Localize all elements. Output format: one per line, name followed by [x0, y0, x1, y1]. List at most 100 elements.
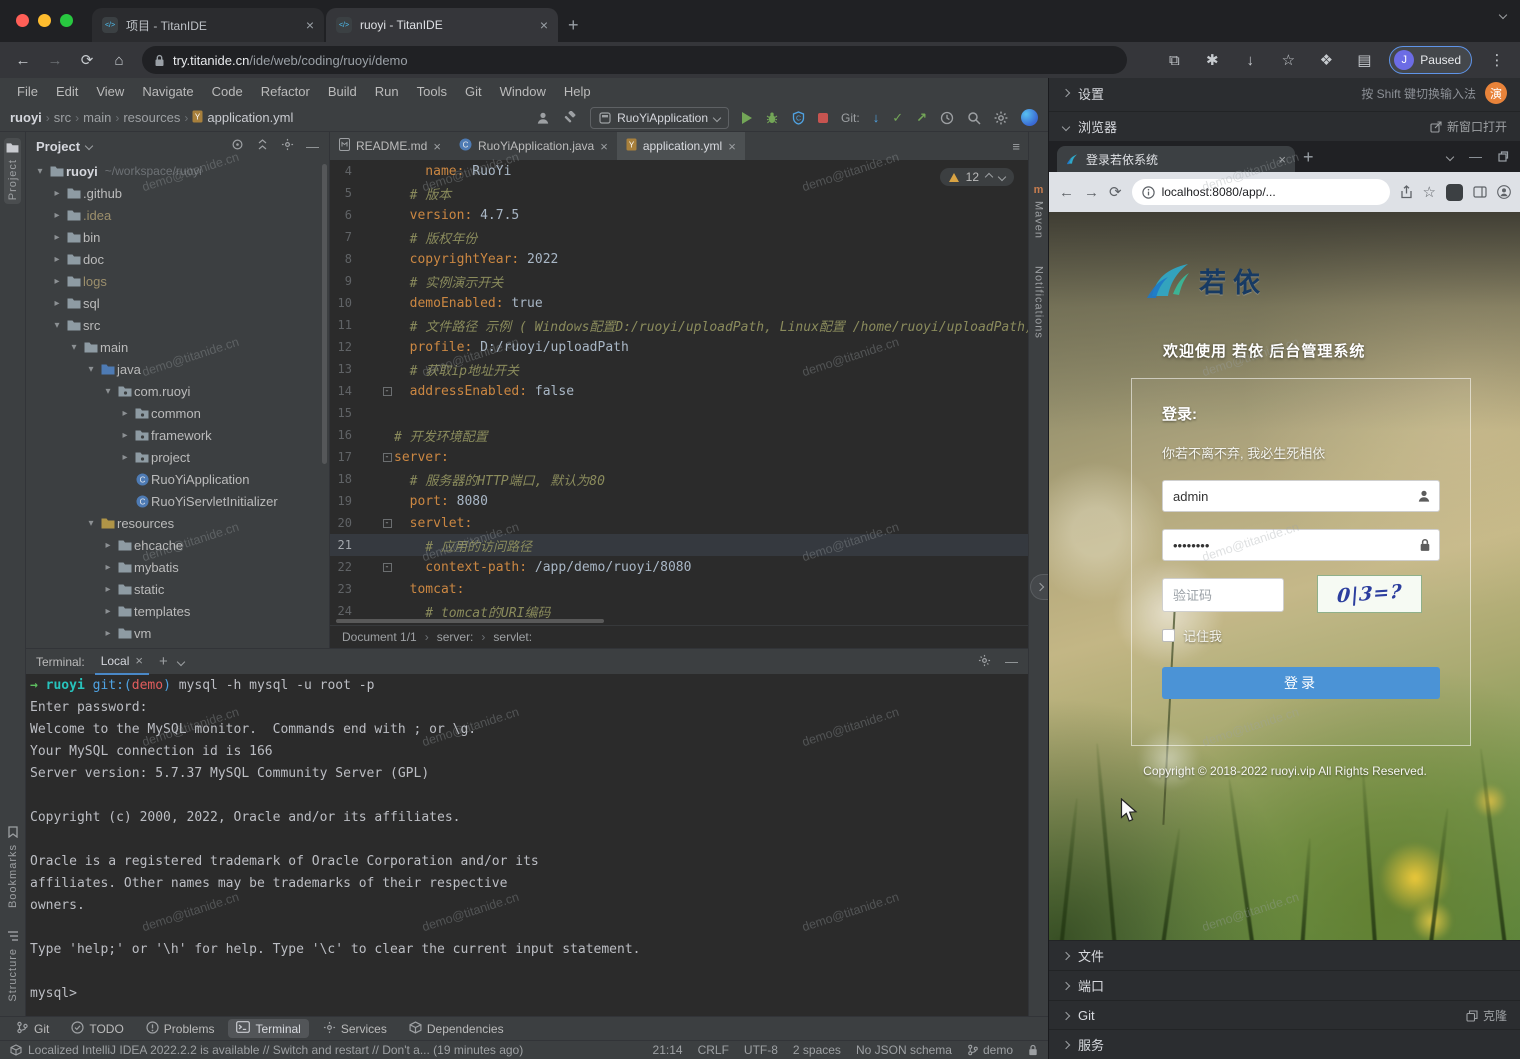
section-browser[interactable]: 浏览器 新窗口打开: [1049, 111, 1520, 141]
minimize-window-icon[interactable]: [38, 14, 51, 27]
share-icon[interactable]: [1400, 185, 1413, 199]
code-line-6[interactable]: 6 version: 4.7.5: [330, 204, 1028, 226]
profile-icon[interactable]: [1497, 185, 1511, 199]
login-button[interactable]: 登录: [1162, 667, 1440, 699]
tree-expanded-icon[interactable]: ▾: [83, 518, 99, 529]
stop-button[interactable]: [818, 113, 828, 123]
status-utf-8[interactable]: UTF-8: [744, 1043, 778, 1057]
tool-button-todo[interactable]: TODO: [63, 1019, 131, 1039]
hide-panel-icon[interactable]: —: [306, 139, 319, 154]
browser-tab-project[interactable]: </> 项目 - TitanIDE ×: [92, 8, 324, 42]
section-services[interactable]: 服务: [1049, 1029, 1520, 1059]
collapse-all-icon[interactable]: [256, 138, 269, 154]
editor-breadcrumb-servlet[interactable]: servlet:: [493, 630, 532, 644]
tool-button-git[interactable]: Git: [8, 1019, 57, 1039]
status-no-json-schema[interactable]: No JSON schema: [856, 1043, 952, 1057]
code-line-5[interactable]: 5 # 版本: [330, 182, 1028, 204]
git-branch-widget[interactable]: demo: [967, 1043, 1013, 1057]
tree-item-ruoyi[interactable]: ▾ruoyi~/workspace/ruoyi: [26, 160, 330, 182]
code-line-16[interactable]: 16# 开发环境配置: [330, 424, 1028, 446]
tree-item-idea[interactable]: ▸.idea: [26, 204, 330, 226]
forward-icon[interactable]: →: [42, 52, 68, 69]
account-avatar[interactable]: [1021, 109, 1038, 126]
tree-item-logs[interactable]: ▸logs: [26, 270, 330, 292]
code-editor[interactable]: 4 name: RuoYi5 # 版本6 version: 4.7.57 # 版…: [330, 160, 1028, 625]
tree-collapsed-icon[interactable]: ▸: [49, 232, 65, 243]
menu-view[interactable]: View: [87, 84, 133, 99]
code-line-10[interactable]: 10 demoEnabled: true: [330, 292, 1028, 314]
tree-collapsed-icon[interactable]: ▸: [49, 210, 65, 221]
tree-item-framework[interactable]: ▸framework: [26, 424, 330, 446]
embedded-minimize-icon[interactable]: —: [1469, 149, 1482, 164]
tree-expanded-icon[interactable]: ▾: [32, 166, 48, 177]
stripe-project-button[interactable]: Project: [4, 138, 21, 204]
stripe-maven-button[interactable]: m Maven: [1033, 184, 1045, 239]
editor-tab-readme-md[interactable]: README.md×: [330, 132, 450, 160]
new-terminal-icon[interactable]: +: [159, 653, 168, 670]
browser-tab-ruoyi[interactable]: </> ruoyi - TitanIDE ×: [326, 8, 558, 42]
window-controls[interactable]: [16, 14, 73, 27]
code-line-18[interactable]: 18 # 服务器的HTTP端口, 默认为80: [330, 468, 1028, 490]
editor-tab-ruoyiapplication-java[interactable]: CRuoYiApplication.java×: [450, 132, 617, 160]
extensions-puzzle-icon[interactable]: ❖: [1313, 51, 1339, 69]
maximize-window-icon[interactable]: [60, 14, 73, 27]
code-line-22[interactable]: 22- context-path: /app/demo/ruoyi/8080: [330, 556, 1028, 578]
tab-close-icon[interactable]: ×: [600, 139, 608, 154]
username-input[interactable]: [1162, 480, 1440, 512]
status-message[interactable]: Localized IntelliJ IDEA 2022.2.2 is avai…: [28, 1043, 523, 1057]
side-panel-icon[interactable]: ▤: [1351, 51, 1377, 69]
menu-tools[interactable]: Tools: [408, 84, 456, 99]
minimize-panel-icon[interactable]: —: [1005, 654, 1018, 669]
toolbar-breadcrumb-src[interactable]: src: [54, 110, 71, 125]
fold-marker[interactable]: -: [380, 453, 394, 462]
tree-expanded-icon[interactable]: ▾: [100, 386, 116, 397]
code-line-21[interactable]: 21 # 应用的访问路径: [330, 534, 1028, 556]
panel-settings-gear-icon[interactable]: [281, 138, 294, 154]
captcha-input[interactable]: [1162, 578, 1284, 612]
tree-item-github[interactable]: ▸.github: [26, 182, 330, 204]
editor-tab-application-yml[interactable]: Yapplication.yml×: [617, 132, 745, 160]
tab-close-icon[interactable]: ×: [728, 139, 736, 154]
remember-checkbox[interactable]: [1162, 629, 1175, 642]
tree-item-ruoyiservletinitializer[interactable]: CRuoYiServletInitializer: [26, 490, 330, 512]
tool-button-dependencies[interactable]: Dependencies: [401, 1019, 512, 1039]
tree-collapsed-icon[interactable]: ▸: [117, 430, 133, 441]
tool-button-problems[interactable]: Problems: [138, 1019, 223, 1039]
tree-collapsed-icon[interactable]: ▸: [49, 298, 65, 309]
tab-close-icon[interactable]: ×: [1278, 152, 1286, 167]
tree-expanded-icon[interactable]: ▾: [49, 320, 65, 331]
embedded-dropdown-icon[interactable]: [1446, 152, 1454, 160]
back-icon[interactable]: ←: [10, 52, 36, 69]
tree-collapsed-icon[interactable]: ▸: [100, 628, 116, 639]
tree-item-vm[interactable]: ▸vm: [26, 622, 330, 644]
address-bar[interactable]: try.titanide.cn/ide/web/coding/ruoyi/dem…: [142, 46, 1127, 74]
tree-expanded-icon[interactable]: ▾: [83, 364, 99, 375]
tree-item-doc[interactable]: ▸doc: [26, 248, 330, 270]
menu-git[interactable]: Git: [456, 84, 491, 99]
reload-icon[interactable]: ⟳: [1109, 183, 1122, 201]
tree-item-mybatis[interactable]: ▸mybatis: [26, 556, 330, 578]
toolbar-breadcrumb-ruoyi[interactable]: ruoyi: [10, 110, 42, 125]
tree-expanded-icon[interactable]: ▾: [66, 342, 82, 353]
tab-search-chevron-icon[interactable]: [1499, 11, 1507, 19]
code-line-19[interactable]: 19 port: 8080: [330, 490, 1028, 512]
embedded-tab-login[interactable]: 登录若依系统 ×: [1057, 146, 1295, 172]
bookmark-star-icon[interactable]: ☆: [1423, 183, 1436, 201]
menu-refactor[interactable]: Refactor: [252, 84, 319, 99]
password-input[interactable]: [1162, 529, 1440, 561]
tree-item-ruoyiapplication[interactable]: CRuoYiApplication: [26, 468, 330, 490]
copy-page-icon[interactable]: ⧉: [1161, 52, 1187, 69]
embedded-restore-icon[interactable]: [1498, 151, 1509, 162]
coverage-button[interactable]: C: [792, 111, 805, 125]
fold-marker[interactable]: -: [380, 387, 394, 396]
tree-item-bin[interactable]: ▸bin: [26, 226, 330, 248]
code-line-9[interactable]: 9 # 实例演示开关: [330, 270, 1028, 292]
git-commit-button[interactable]: ✓: [892, 110, 903, 126]
code-line-8[interactable]: 8 copyrightYear: 2022: [330, 248, 1028, 270]
section-files[interactable]: 文件: [1049, 940, 1520, 970]
tree-collapsed-icon[interactable]: ▸: [49, 254, 65, 265]
history-icon[interactable]: [940, 111, 954, 125]
remember-me[interactable]: 记住我: [1162, 626, 1222, 645]
write-lock-icon[interactable]: [1028, 1044, 1038, 1056]
back-icon[interactable]: ←: [1059, 184, 1074, 201]
